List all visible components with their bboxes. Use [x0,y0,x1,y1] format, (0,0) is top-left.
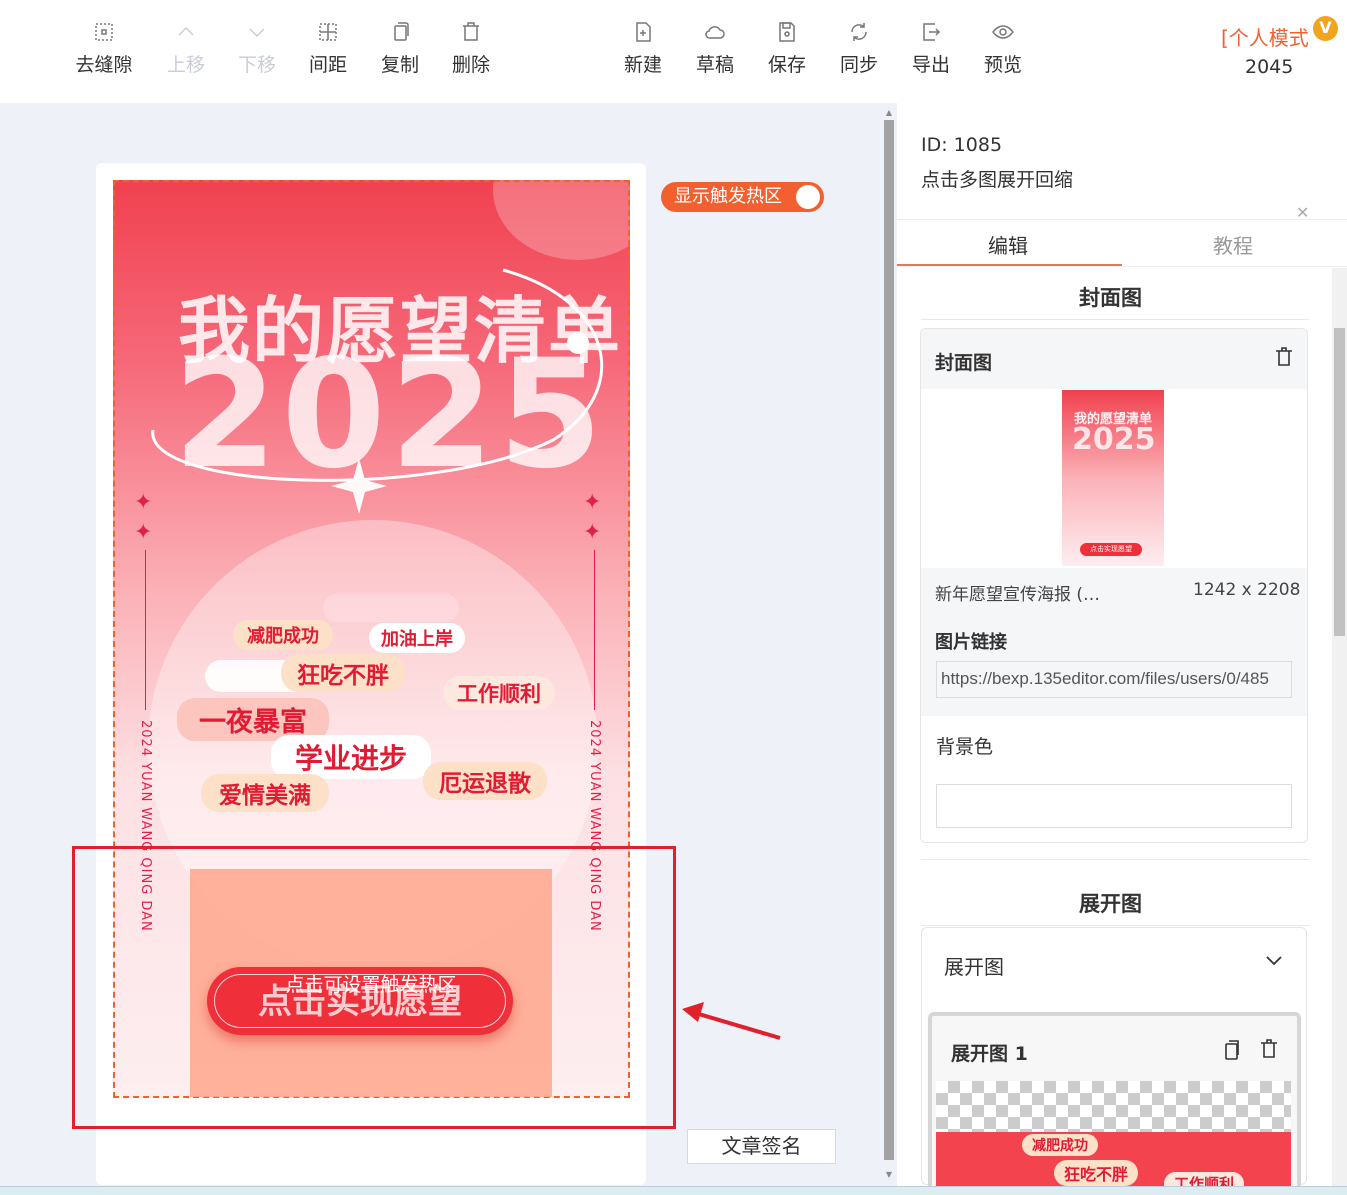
image-link-input[interactable]: https://bexp.135editor.com/files/users/0… [936,661,1292,698]
chevron-down-icon [249,28,265,38]
thumb-year: 2025 [1072,422,1156,457]
user-year: 2045 [1245,56,1294,78]
sync-button[interactable]: 同步 [823,20,895,77]
cover-file-name: 新年愿望宣传海报 (… [935,585,1101,605]
panel-tabs [897,219,1347,267]
cloud-shape [323,594,459,622]
side-line-right [594,550,595,710]
tab-edit[interactable]: 编辑 [988,230,1028,259]
cloud-icon [705,26,725,39]
star-icon: ✦ [583,490,602,515]
divider [921,319,1309,320]
image-link-label: 图片链接 [935,632,1007,653]
toggle-knob[interactable] [796,185,820,209]
move-up-button[interactable]: 上移 [150,20,222,77]
spacing-icon [319,23,337,41]
expand-dropdown-label[interactable]: 展开图 [944,951,1004,980]
chevron-down-icon[interactable] [1265,953,1283,972]
canvas-scrollbar[interactable] [884,120,894,1160]
wish-tag: 狂吃不胖 [281,654,405,692]
wish-tag: 工作顺利 [1164,1172,1245,1186]
wish-tag: 工作顺利 [443,676,555,710]
cover-card-title: 封面图 [935,352,993,374]
panel-scroll-thumb[interactable] [1334,328,1345,636]
wish-tag: 减肥成功 [233,620,333,650]
article-signature-button[interactable]: 文章签名 [687,1129,836,1164]
chevron-up-icon [178,26,194,36]
expand-image-preview[interactable]: 减肥成功 狂吃不胖 工作顺利 [936,1132,1291,1186]
export-icon [923,23,941,41]
preview-button[interactable]: 预览 [967,20,1039,77]
gap-icon [95,23,113,41]
highlight-frame [72,846,676,1129]
cover-section-title: 封面图 [1079,286,1142,310]
trash-icon [463,22,479,41]
expand-item-title: 展开图 1 [951,1043,1028,1065]
spacing-button[interactable]: 间距 [292,20,364,77]
new-button[interactable]: 新建 [607,20,679,77]
side-line-left [145,550,146,710]
wish-tag: 减肥成功 [1022,1134,1098,1156]
export-button[interactable]: 导出 [895,20,967,77]
cover-thumbnail[interactable]: 我的愿望清单 2025 点击实现愿望 [1062,390,1164,566]
copy-icon [394,22,409,41]
bg-color-input[interactable] [936,784,1292,828]
star-icon: ✦ [583,520,602,545]
orbit-line-icon [151,268,604,514]
tab-tutorial[interactable]: 教程 [1213,230,1253,259]
wish-tag: 厄运退散 [423,762,547,800]
draft-button[interactable]: 草稿 [679,20,751,77]
wish-tag: 狂吃不胖 [1054,1160,1139,1186]
vip-badge-icon: V [1313,16,1338,41]
scroll-down-icon[interactable]: ▼ [884,1170,894,1180]
scroll-up-icon[interactable]: ▲ [884,108,894,118]
thumb-cta: 点击实现愿望 [1080,543,1142,556]
cover-file-size: 1242 x 2208 [1193,580,1301,600]
personal-mode-link[interactable]: [个人模式 [1221,22,1309,51]
wish-tag: 学业进步 [271,735,432,779]
wish-tag: 爱情美满 [201,774,329,812]
sync-icon [851,23,867,41]
trash-icon[interactable] [1260,1039,1278,1059]
divider [921,925,1309,926]
transparent-bg-preview [936,1081,1291,1133]
bg-color-label: 背景色 [936,736,994,758]
top-toolbar: 去缝隙 上移 下移 间距 复制 删除 新建 草稿 保存 同步 导出 预览 [个人… [0,0,1347,103]
template-desc: 点击多图展开回缩 [921,169,1074,191]
wish-tag: 加油上岸 [369,623,465,653]
copy-button[interactable]: 复制 [364,20,436,77]
trash-icon[interactable] [1275,347,1293,367]
move-down-button[interactable]: 下移 [221,20,293,77]
arrow-icon [682,1002,781,1040]
template-id: ID: 1085 [921,134,1003,156]
expand-section-title: 展开图 [1079,892,1142,916]
save-icon [779,22,795,42]
copy-icon[interactable] [1221,1039,1241,1061]
delete-button[interactable]: 删除 [435,20,507,77]
bottom-strip [0,1186,1347,1195]
eye-icon [992,25,1014,39]
star-icon: ✦ [134,520,153,545]
tab-active-indicator [897,264,1122,266]
save-button[interactable]: 保存 [751,20,823,77]
new-file-icon [636,22,651,42]
divider [921,859,1309,860]
remove-gap-button[interactable]: 去缝隙 [68,20,140,77]
star-icon: ✦ [134,490,153,515]
